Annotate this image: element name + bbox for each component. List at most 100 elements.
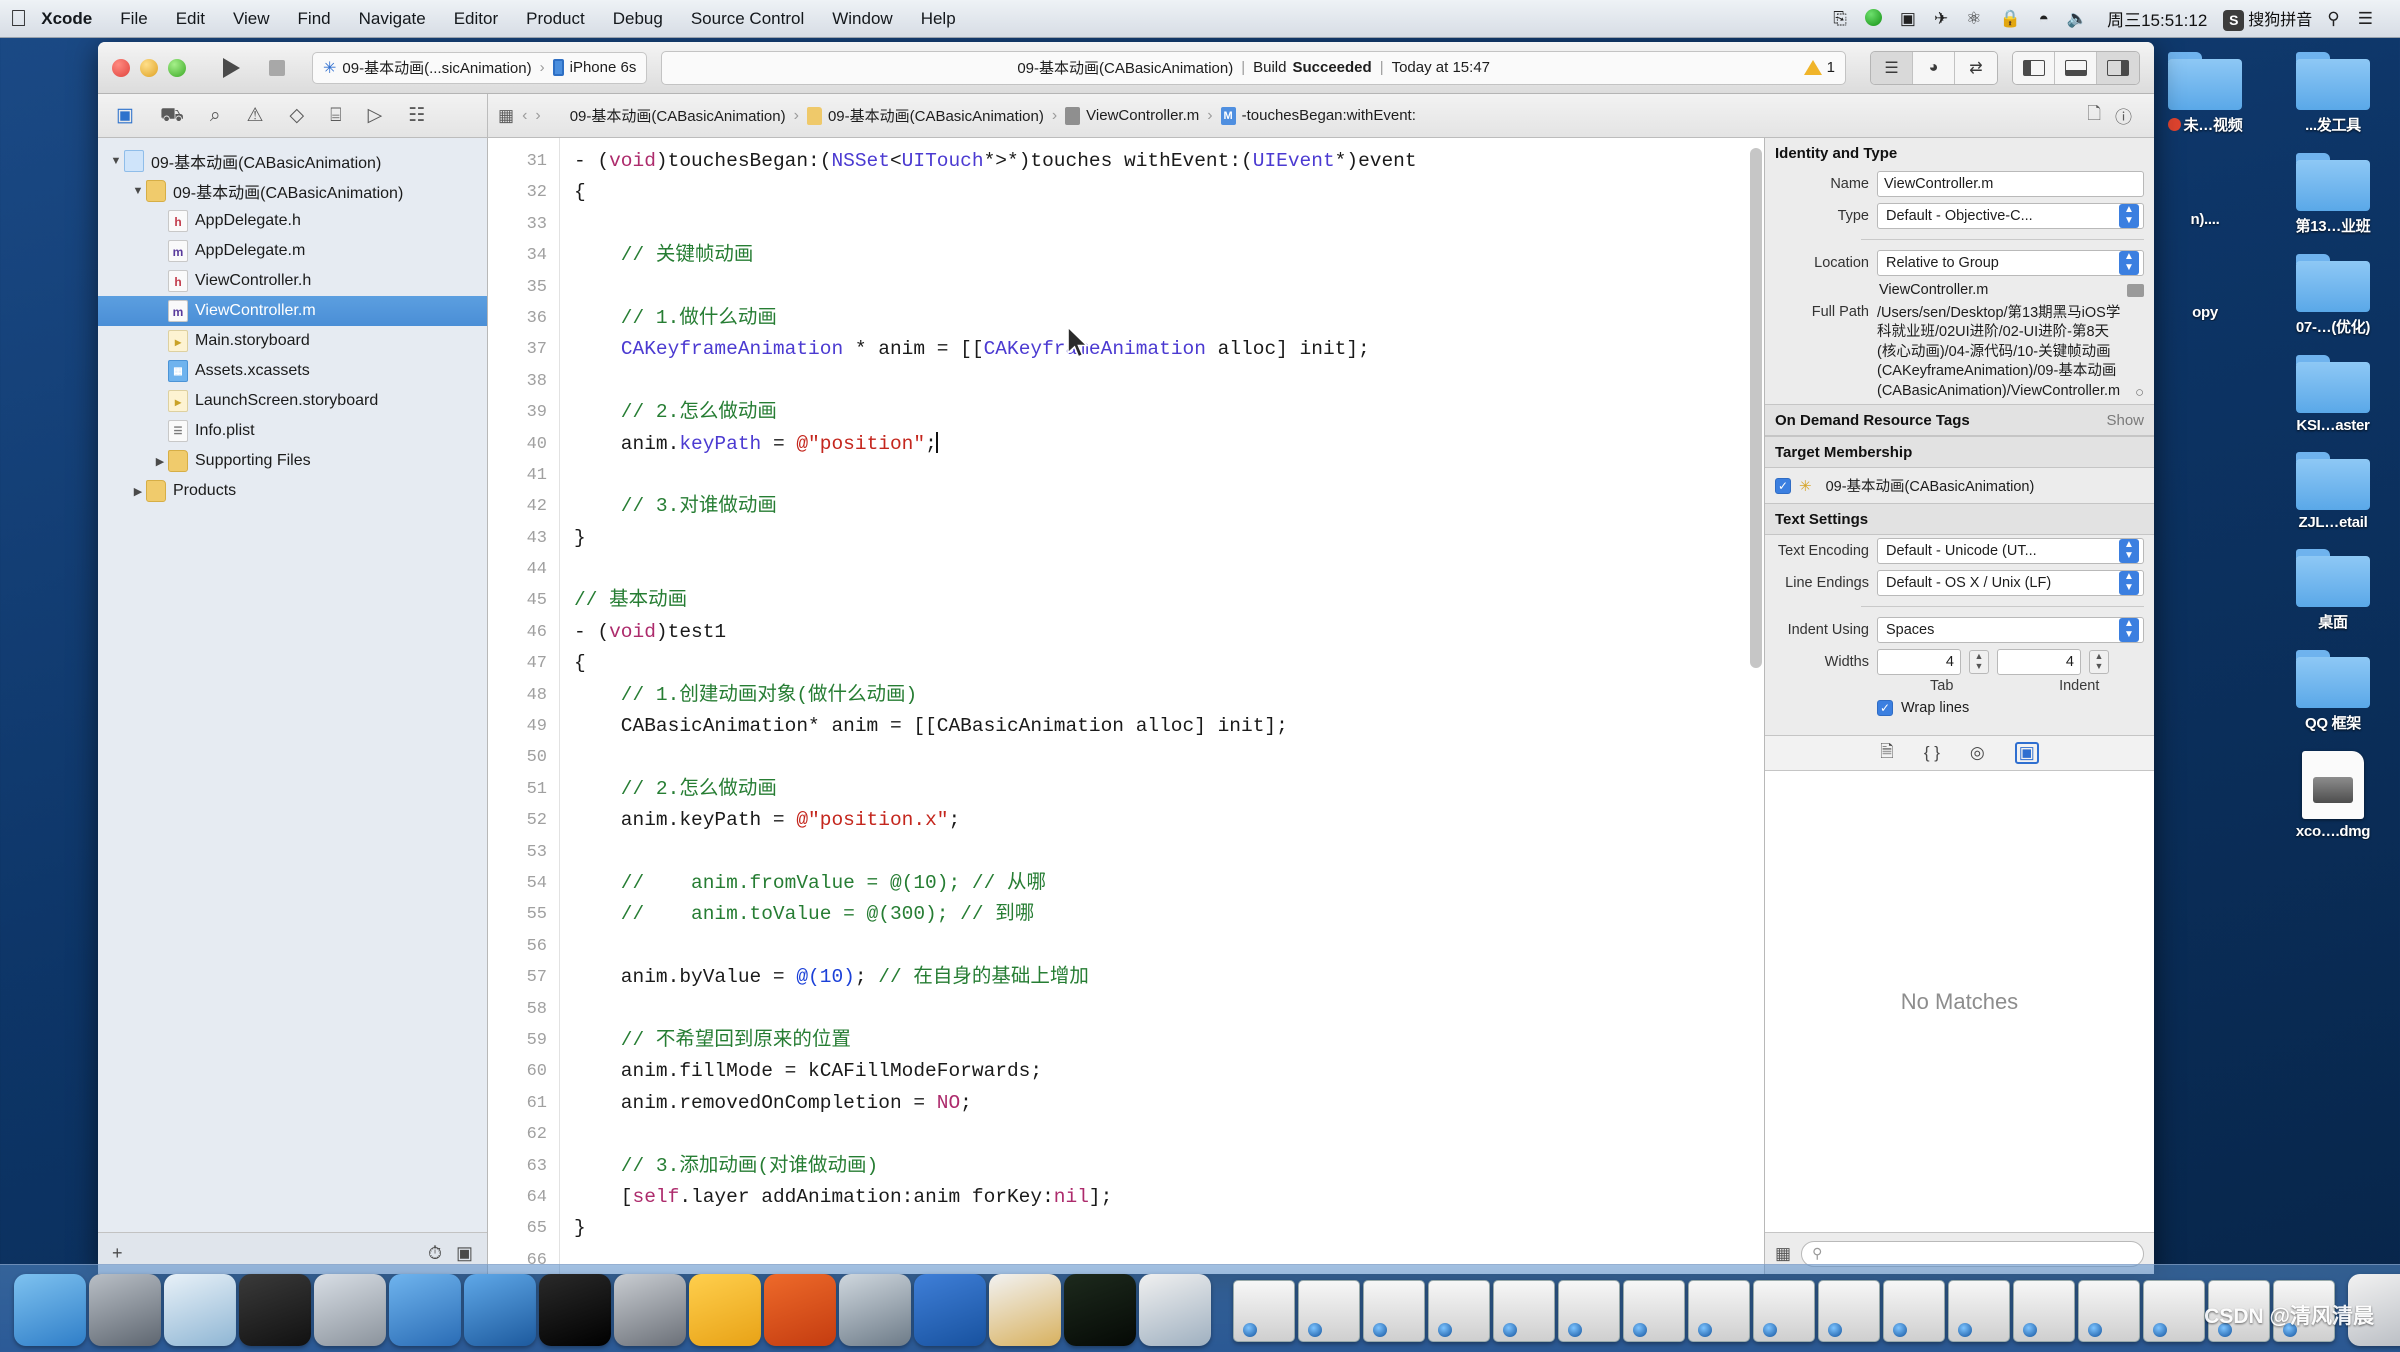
dock-minimized-window[interactable] — [1363, 1280, 1425, 1342]
run-button[interactable] — [208, 51, 254, 85]
dock-minimized-window[interactable] — [1623, 1280, 1685, 1342]
menu-item-edit[interactable]: Edit — [162, 9, 219, 29]
code-line[interactable] — [574, 209, 1764, 240]
dock-minimized-window[interactable] — [2143, 1280, 2205, 1342]
dock-minimized-window[interactable] — [1298, 1280, 1360, 1342]
dock-minimized-window[interactable] — [1558, 1280, 1620, 1342]
navigator-tab-debug-navigator[interactable]: ⌸ — [330, 106, 341, 125]
target-membership-checkbox[interactable]: ✓ — [1775, 477, 1791, 494]
zoom-button[interactable] — [168, 58, 186, 77]
file-tree-row[interactable]: m ViewController.m — [98, 296, 487, 326]
code-line[interactable] — [574, 837, 1764, 868]
code-line[interactable]: // 3.添加动画(对谁做动画) — [574, 1151, 1764, 1182]
file-tree-row[interactable]: m AppDelegate.m — [98, 236, 487, 266]
code-line[interactable]: anim.keyPath = @"position.x"; — [574, 805, 1764, 836]
standard-editor-button[interactable]: ☰ — [1871, 51, 1913, 84]
menu-item-editor[interactable]: Editor — [440, 9, 512, 29]
scheme-selector[interactable]: ✳ 09-基本动画(...sicAnimation) › iPhone 6s — [312, 51, 648, 84]
utilities-toggle-button[interactable] — [2097, 51, 2139, 84]
menu-item-xcode[interactable]: Xcode — [27, 9, 106, 29]
code-line[interactable]: CABasicAnimation* anim = [[CABasicAnimat… — [574, 711, 1764, 742]
reveal-in-finder-icon[interactable]: ○ — [2135, 384, 2144, 401]
desktop-icon[interactable]: ZJL…etail — [2274, 452, 2392, 531]
code-line[interactable]: { — [574, 648, 1764, 679]
disclosure-triangle-icon[interactable]: ▼ — [108, 155, 124, 167]
assistant-editor-button[interactable]: ◕ — [1913, 51, 1955, 84]
recent-files-filter-icon[interactable]: ⏱ — [428, 1243, 442, 1264]
editor-scrollbar[interactable] — [1750, 148, 1762, 668]
code-line[interactable]: } — [574, 523, 1764, 554]
navigator-tab-find-navigator[interactable]: ⌕ — [210, 106, 221, 125]
add-file-button[interactable]: + — [112, 1243, 123, 1264]
back-icon[interactable]: ‹ — [522, 107, 527, 125]
video-camera-icon[interactable]: ▣ — [1891, 10, 1925, 27]
indent-width-input[interactable]: 4 — [1997, 649, 2081, 676]
dock-app-media-player[interactable] — [839, 1274, 911, 1346]
navigator-tab-test-navigator[interactable]: ◇ — [290, 106, 305, 125]
screen-record-icon[interactable] — [1856, 8, 1891, 29]
desktop-icon[interactable]: xco….dmg — [2274, 751, 2392, 840]
wrap-lines-row[interactable]: ✓ Wrap lines — [1765, 697, 2154, 719]
bluetooth-icon[interactable]: ⚛ — [1957, 10, 1990, 27]
dock-minimized-window[interactable] — [1688, 1280, 1750, 1342]
menu-item-product[interactable]: Product — [512, 9, 599, 29]
code-line[interactable] — [574, 366, 1764, 397]
navigator-tab-issue-navigator[interactable]: ⚠ — [247, 106, 264, 125]
target-membership-row[interactable]: ✓ ✳ 09-基本动画(CABasicAnimation) — [1765, 468, 2154, 503]
navigator-tab-report-navigator[interactable]: ☷ — [408, 106, 425, 125]
breadcrumb-item-3[interactable]: M -touchesBegan:withEvent: — [1220, 106, 1416, 125]
dock-app-system-preferences[interactable] — [614, 1274, 686, 1346]
dock-app-terminal[interactable] — [539, 1274, 611, 1346]
dock-app-chrome[interactable] — [1139, 1274, 1211, 1346]
file-tree-row[interactable]: ▶ Supporting Files — [98, 446, 487, 476]
menu-item-help[interactable]: Help — [907, 9, 970, 29]
dock-app-safari[interactable] — [164, 1274, 236, 1346]
wrap-lines-checkbox[interactable]: ✓ — [1877, 700, 1893, 717]
version-editor-button[interactable]: ⇄ — [1955, 51, 1997, 84]
code-content[interactable]: - (void)touchesBegan:(NSSet<UITouch*>*)t… — [560, 138, 1764, 1274]
desktop-icon[interactable]: QQ 框架 — [2274, 650, 2392, 733]
code-line[interactable] — [574, 994, 1764, 1025]
library-search-input[interactable]: ⚲ — [1801, 1240, 2144, 1267]
code-line[interactable] — [574, 272, 1764, 303]
navigator-tab-breakpoint-navigator[interactable]: ▷ — [368, 106, 383, 125]
dock-app-sketch[interactable] — [689, 1274, 761, 1346]
file-tree-row[interactable]: ☰ Info.plist — [98, 416, 487, 446]
dock-minimized-window[interactable] — [1493, 1280, 1555, 1342]
menu-item-navigate[interactable]: Navigate — [345, 9, 440, 29]
disclosure-triangle-icon[interactable]: ▶ — [130, 485, 146, 498]
airplay-icon[interactable]: ⎘ — [1824, 10, 1856, 27]
dock-minimized-window[interactable] — [1818, 1280, 1880, 1342]
code-line[interactable]: { — [574, 177, 1764, 208]
dock-app-xcode-beta[interactable] — [389, 1274, 461, 1346]
file-tree-row[interactable]: ▦ Assets.xcassets — [98, 356, 487, 386]
code-line[interactable]: // 1.做什么动画 — [574, 303, 1764, 334]
input-method-indicator[interactable]: S 搜狗拼音 — [2217, 6, 2318, 31]
choose-folder-icon[interactable] — [2127, 283, 2144, 297]
breadcrumb-item-1[interactable]: 09-基本动画(CABasicAnimation) — [806, 105, 1044, 126]
code-line[interactable]: // anim.fromValue = @(10); // 从哪 — [574, 868, 1764, 899]
code-line[interactable]: anim.fillMode = kCAFillModeForwards; — [574, 1056, 1764, 1087]
file-tree-row[interactable]: ▶ Products — [98, 476, 487, 506]
code-line[interactable]: // 关键帧动画 — [574, 240, 1764, 271]
file-tree-row[interactable]: ▼ 09-基本动画(CABasicAnimation) — [98, 176, 487, 206]
editor-mode-segments[interactable]: ☰ ◕ ⇄ — [1870, 50, 1998, 85]
object-library-icon[interactable]: ◎ — [1970, 743, 1985, 763]
source-control-filter-icon[interactable]: ▣ — [456, 1243, 473, 1264]
desktop-icon[interactable]: 第13…业班 — [2274, 153, 2392, 236]
file-tree-row[interactable]: h ViewController.h — [98, 266, 487, 296]
code-line[interactable]: // 1.创建动画对象(做什么动画) — [574, 680, 1764, 711]
code-line[interactable]: - (void)touchesBegan:(NSSet<UITouch*>*)t… — [574, 146, 1764, 177]
debug-toggle-button[interactable] — [2055, 51, 2097, 84]
desktop-icon[interactable]: KSI…aster — [2274, 355, 2392, 434]
dock-app-dark-app[interactable] — [1064, 1274, 1136, 1346]
code-line[interactable]: // 2.怎么做动画 — [574, 774, 1764, 805]
media-library-icon[interactable]: ▣ — [2014, 742, 2039, 765]
code-line[interactable]: // anim.toValue = @(300); // 到哪 — [574, 899, 1764, 930]
code-line[interactable]: CAKeyframeAnimation * anim = [[CAKeyfram… — [574, 334, 1764, 365]
dock-minimized-window[interactable] — [1948, 1280, 2010, 1342]
volume-icon[interactable]: 🔈 — [2058, 10, 2097, 27]
file-tree-row[interactable]: ▸ LaunchScreen.storyboard — [98, 386, 487, 416]
code-line[interactable]: anim.removedOnCompletion = NO; — [574, 1088, 1764, 1119]
breadcrumb-item-0[interactable]: 09-基本动画(CABasicAnimation) — [549, 105, 786, 126]
